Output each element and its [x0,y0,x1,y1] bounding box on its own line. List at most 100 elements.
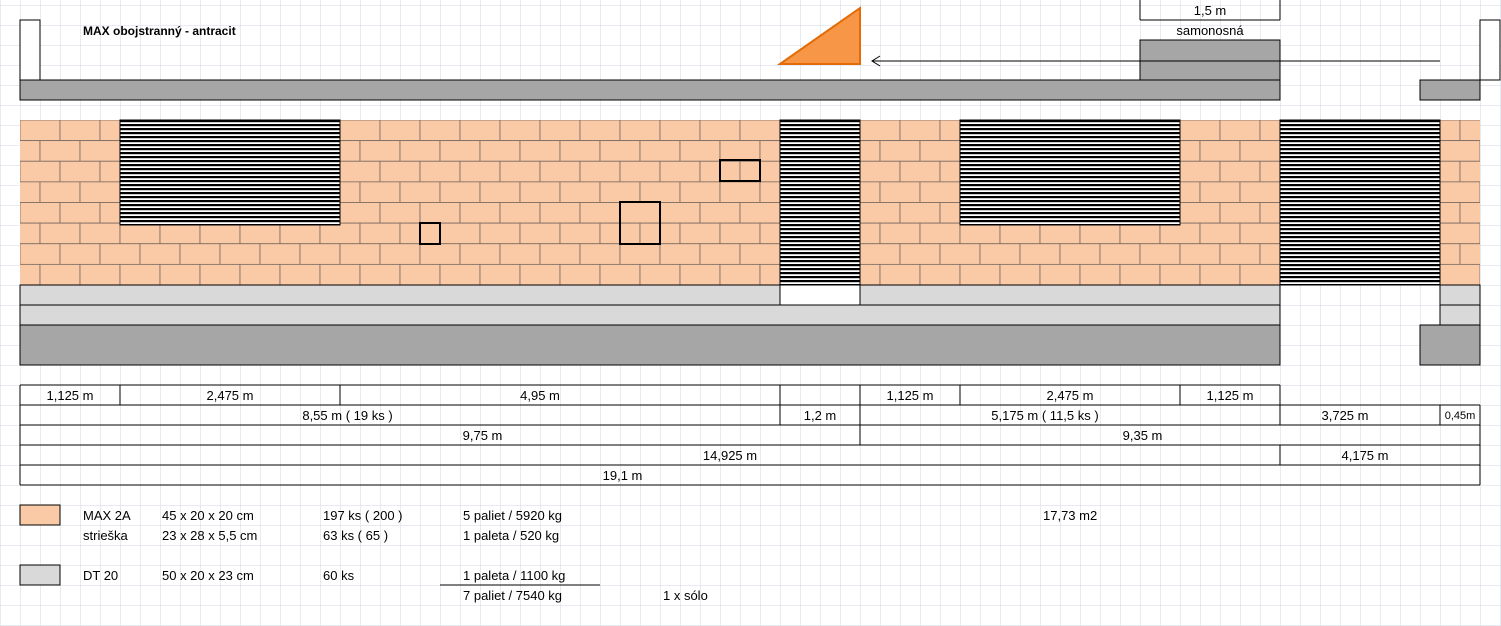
brick [699,243,741,265]
brick [999,263,1041,285]
brick [1159,222,1201,245]
brick [59,243,101,265]
brick [199,222,241,245]
brick [399,140,441,162]
fence-panel-3 [959,119,1181,226]
brick [1439,222,1480,245]
brick [879,140,921,162]
brick [339,202,381,224]
brick [1239,263,1281,285]
brick [539,160,581,183]
gate-type-label: samonosná [1176,23,1244,38]
brick [899,243,941,265]
brick [79,222,121,245]
brick [1179,120,1221,142]
brick [859,202,901,224]
legend-max-qty: 197 ks ( 200 ) [323,508,403,523]
brick [1039,263,1081,285]
brick [339,160,381,183]
dim-r3-c2: 9,35 m [1122,428,1163,443]
dim-r1-c4: 1,125 m [886,388,934,403]
legend-total: 7 paliet / 7540 kg [463,588,563,603]
brick [159,263,201,285]
brick [479,263,521,285]
brick [539,243,581,265]
dim-r1-c6: 1,125 m [1206,388,1254,403]
brick [539,202,581,224]
brick [59,120,101,142]
brick [239,263,281,285]
brick [959,222,1001,245]
brick [319,222,361,245]
dim-r1-c1: 1,125 m [46,388,94,403]
legend-strieska-size: 23 x 28 x 5,5 cm [162,528,258,543]
brick [199,263,241,285]
brick [259,243,301,265]
brick [719,181,761,203]
brick [139,243,181,265]
brick [639,181,681,203]
brick [1239,222,1281,245]
dim-r3-c1: 9,75 m [462,428,503,443]
brick [579,160,621,183]
legend-dt-qty: 60 ks [323,568,355,583]
brick [559,181,601,203]
brick [20,243,61,265]
brick [519,263,561,285]
brick [439,181,481,203]
brick [1439,140,1480,162]
legend-max-size: 45 x 20 x 20 cm [162,508,254,523]
brick [599,263,641,285]
brick [919,181,961,203]
brick [979,243,1021,265]
brick [739,202,781,224]
right-post-top [1479,19,1501,81]
brick [359,181,401,203]
brick [1119,222,1161,245]
dim-r2-c5: 0,45m [1444,410,1476,422]
brick [519,222,561,245]
brick [879,181,921,203]
brick [1119,263,1161,285]
legend-swatch-dt [19,564,61,586]
legend-transport: 1 x sólo [663,588,708,603]
legend-strieska-qty: 63 ks ( 65 ) [323,528,389,543]
foundation [19,324,1281,366]
page-title: MAX obojstranný - antracit [83,24,236,38]
brick [1199,140,1241,162]
brick [79,140,121,162]
brick [679,222,721,245]
brick [1199,222,1241,245]
fence-panel-1 [119,119,341,226]
brick [639,140,681,162]
brick [119,263,161,285]
legend-dt-pallets: 1 paleta / 1100 kg [463,568,566,583]
dim-r2-c2: 1,2 m [803,408,837,423]
dim-r4-c1: 14,925 m [702,448,758,463]
brick [919,140,961,162]
brick [679,181,721,203]
brick [1059,243,1101,265]
brick [279,222,321,245]
brick [1219,202,1261,224]
brick [1219,120,1261,142]
legend-max-area: 17,73 m2 [1043,508,1098,523]
brick [859,243,901,265]
brick [879,263,921,285]
brick [559,263,601,285]
fence-panel-2 [779,119,861,306]
brick [439,140,481,162]
brick [599,181,641,203]
brick [339,243,381,265]
brick [1219,160,1261,183]
brick [739,120,781,142]
brick [59,202,101,224]
brick [919,263,961,285]
gate-block-top [1139,39,1281,81]
brick [339,120,381,142]
brick [619,202,661,224]
brick [1179,160,1221,183]
brick [219,243,261,265]
brick [619,120,661,142]
brick [439,263,481,285]
